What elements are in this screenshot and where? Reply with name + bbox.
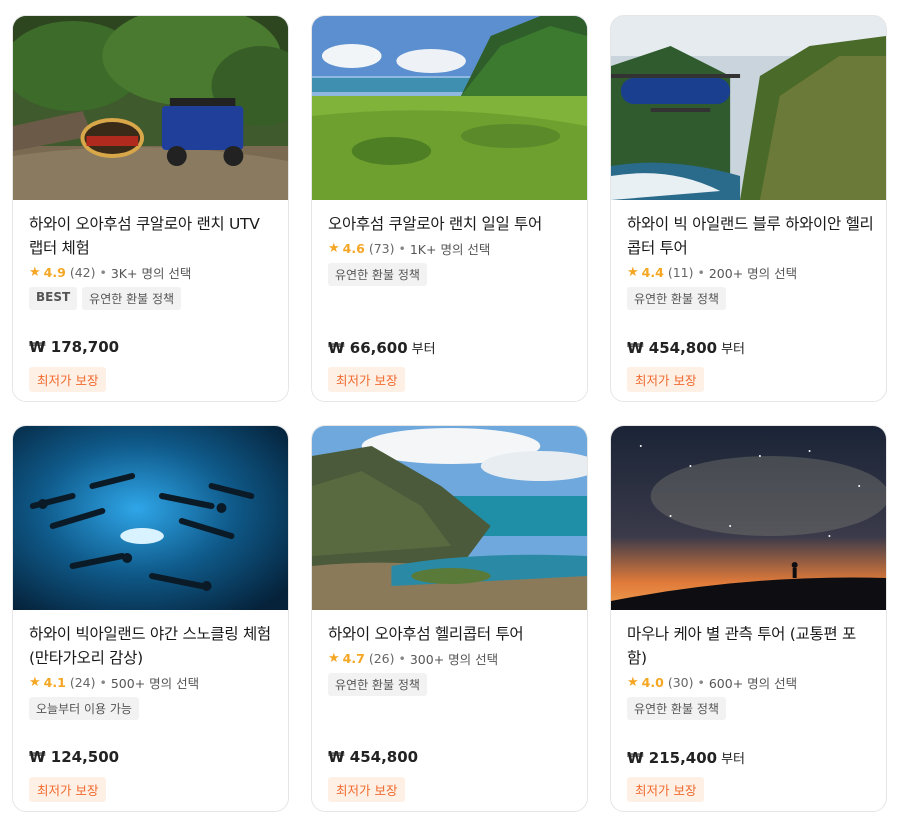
price: ₩ 215,400 부터 — [627, 748, 745, 767]
tour-photo[interactable] — [13, 16, 288, 200]
price: ₩ 178,700 — [29, 338, 123, 356]
review-count: (30) — [667, 675, 694, 690]
separator-dot: • — [398, 651, 406, 666]
tour-photo[interactable] — [13, 426, 288, 610]
rating-score: 4.0 — [641, 675, 664, 690]
tour-card-2[interactable]: 오아후섬 쿠알로아 랜치 일일 투어 ★ 4.6 (73) • 1K+ 명의 선… — [311, 15, 588, 402]
price-suffix: 부터 — [721, 342, 746, 357]
lowest-price-badge: 최저가 보장 — [29, 367, 107, 392]
rating-row: ★ 4.1 (24) • 500+ 명의 선택 — [29, 673, 276, 692]
review-count: (11) — [667, 265, 694, 280]
lowest-price-badge: 최저가 보장 — [29, 777, 107, 802]
best-chip: BEST — [29, 287, 78, 310]
price-value: ₩ 178,700 — [29, 338, 120, 356]
tour-card-4[interactable]: 하와이 빅아일랜드 야간 스노클링 체험 (만타가오리 감상) ★ 4.1 (2… — [12, 425, 289, 812]
price: ₩ 454,800 — [328, 748, 422, 766]
price: ₩ 454,800 부터 — [627, 338, 745, 357]
lowest-price-badge: 최저가 보장 — [627, 367, 705, 392]
separator-dot: • — [99, 265, 107, 280]
price-suffix: 부터 — [721, 752, 746, 767]
refund-policy-chip: 유연한 환불 정책 — [328, 263, 427, 286]
review-count: (42) — [69, 265, 96, 280]
tour-card-5[interactable]: 하와이 오아후섬 헬리콥터 투어 ★ 4.7 (26) • 300+ 명의 선택… — [311, 425, 588, 812]
refund-policy-chip: 유연한 환불 정책 — [82, 287, 182, 310]
rating-row: ★ 4.6 (73) • 1K+ 명의 선택 — [328, 239, 575, 258]
price-value: ₩ 454,800 — [328, 748, 419, 766]
review-count: (26) — [368, 651, 395, 666]
tour-title[interactable]: 하와이 빅아일랜드 야간 스노클링 체험 (만타가오리 감상) — [29, 622, 276, 670]
tour-card-6[interactable]: 마우나 케아 별 관측 투어 (교통편 포함) ★ 4.0 (30) • 600… — [610, 425, 887, 812]
price-value: ₩ 66,600 — [328, 339, 408, 357]
tour-title[interactable]: 하와이 빅 아일랜드 블루 하와이안 헬리콥터 투어 — [627, 212, 874, 260]
star-icon: ★ — [29, 265, 41, 280]
booking-count: 300+ 명의 선택 — [409, 652, 499, 667]
star-icon: ★ — [328, 651, 340, 666]
separator-dot: • — [697, 265, 705, 280]
star-icon: ★ — [29, 675, 41, 690]
tour-title[interactable]: 하와이 오아후섬 쿠알로아 랜치 UTV 랩터 체험 — [29, 212, 276, 260]
availability-chip: 오늘부터 이용 가능 — [29, 697, 139, 720]
star-icon: ★ — [627, 265, 639, 280]
booking-count: 3K+ 명의 선택 — [110, 266, 192, 281]
refund-policy-chip: 유연한 환불 정책 — [328, 673, 427, 696]
tour-title[interactable]: 오아후섬 쿠알로아 랜치 일일 투어 — [328, 212, 575, 236]
tour-title[interactable]: 하와이 오아후섬 헬리콥터 투어 — [328, 622, 575, 646]
refund-policy-chip: 유연한 환불 정책 — [627, 697, 726, 720]
booking-count: 1K+ 명의 선택 — [409, 242, 491, 257]
booking-count: 200+ 명의 선택 — [708, 266, 798, 281]
rating-score: 4.9 — [43, 265, 66, 280]
star-icon: ★ — [627, 675, 639, 690]
separator-dot: • — [99, 675, 107, 690]
tour-card-3[interactable]: 하와이 빅 아일랜드 블루 하와이안 헬리콥터 투어 ★ 4.4 (11) • … — [610, 15, 887, 402]
separator-dot: • — [398, 241, 406, 256]
rating-row: ★ 4.9 (42) • 3K+ 명의 선택 — [29, 263, 276, 282]
rating-score: 4.7 — [342, 651, 365, 666]
tour-photo[interactable] — [611, 16, 886, 200]
rating-score: 4.4 — [641, 265, 664, 280]
tour-photo[interactable] — [312, 426, 587, 610]
lowest-price-badge: 최저가 보장 — [328, 367, 406, 392]
booking-count: 600+ 명의 선택 — [708, 676, 798, 691]
review-count: (73) — [368, 241, 395, 256]
star-icon: ★ — [328, 241, 340, 256]
lowest-price-badge: 최저가 보장 — [627, 777, 705, 802]
review-count: (24) — [69, 675, 96, 690]
refund-policy-chip: 유연한 환불 정책 — [627, 287, 726, 310]
price: ₩ 124,500 — [29, 748, 123, 766]
price-value: ₩ 454,800 — [627, 339, 718, 357]
tour-photo[interactable] — [312, 16, 587, 200]
lowest-price-badge: 최저가 보장 — [328, 777, 406, 802]
price-value: ₩ 215,400 — [627, 749, 718, 767]
rating-score: 4.6 — [342, 241, 365, 256]
separator-dot: • — [697, 675, 705, 690]
tour-photo[interactable] — [611, 426, 886, 610]
booking-count: 500+ 명의 선택 — [110, 676, 200, 691]
rating-row: ★ 4.7 (26) • 300+ 명의 선택 — [328, 649, 575, 668]
rating-row: ★ 4.4 (11) • 200+ 명의 선택 — [627, 263, 874, 282]
price-suffix: 부터 — [411, 342, 436, 357]
tour-card-1[interactable]: 하와이 오아후섬 쿠알로아 랜치 UTV 랩터 체험 ★ 4.9 (42) • … — [12, 15, 289, 402]
tour-title[interactable]: 마우나 케아 별 관측 투어 (교통편 포함) — [627, 622, 874, 670]
price: ₩ 66,600 부터 — [328, 338, 436, 357]
rating-score: 4.1 — [43, 675, 66, 690]
price-value: ₩ 124,500 — [29, 748, 120, 766]
rating-row: ★ 4.0 (30) • 600+ 명의 선택 — [627, 673, 874, 692]
